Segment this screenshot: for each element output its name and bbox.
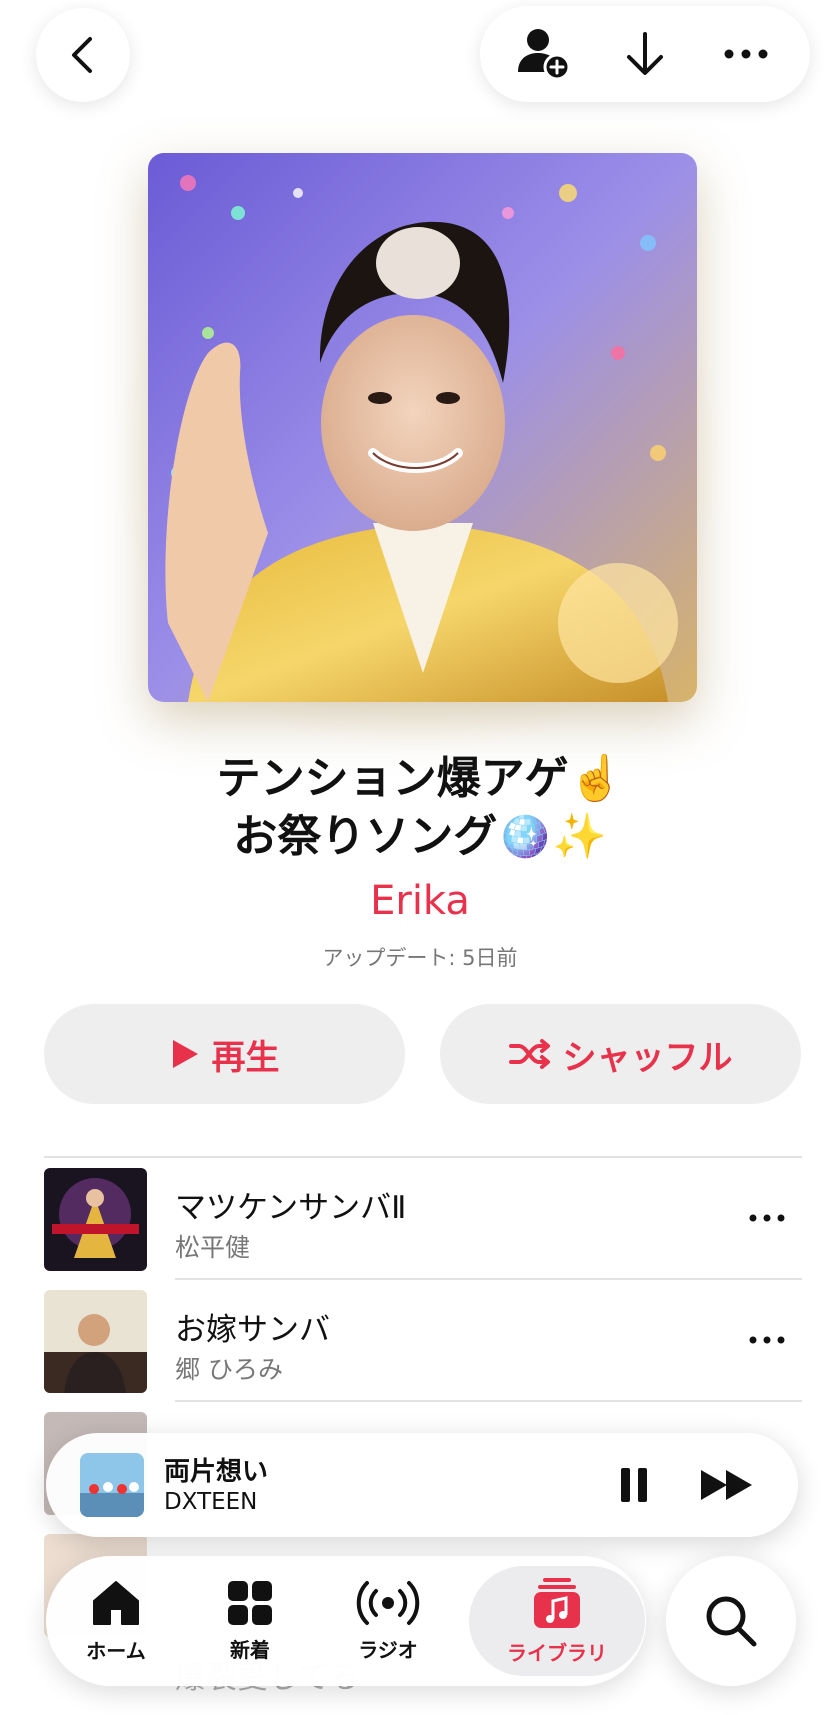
person-add-icon: [518, 29, 571, 81]
grid-icon: [228, 1580, 272, 1625]
play-icon: [172, 1040, 198, 1068]
library-icon: [534, 1577, 580, 1628]
add-collaborator-button[interactable]: [506, 16, 582, 92]
shuffle-button[interactable]: シャッフル: [440, 1004, 801, 1104]
curator-link[interactable]: Erika: [0, 878, 840, 924]
pause-button[interactable]: [606, 1457, 662, 1513]
action-pill: [480, 6, 810, 102]
tab-new-label: 新着: [230, 1637, 270, 1662]
tab-library-label: ライブラリ: [507, 1640, 607, 1665]
track-artist: 松平健: [175, 1233, 251, 1262]
track-title: マツケンサンバⅡ: [175, 1190, 407, 1226]
more-icon: [724, 49, 768, 59]
updated-label: アップデート: 5日前: [322, 946, 518, 970]
download-button[interactable]: [607, 16, 683, 92]
tab-bar: ホーム 新着 ラジオ ライブラリ: [46, 1556, 646, 1686]
track-row[interactable]: マツケンサンバⅡ 松平健: [44, 1158, 802, 1280]
playlist-title-line2: お祭りソング🪩✨: [233, 811, 607, 862]
chevron-left-icon: [72, 37, 92, 73]
track-title: お嫁サンバ: [175, 1312, 330, 1348]
playlist-title-line1: テンション爆アゲ☝️: [216, 753, 624, 804]
radio-icon: [356, 1580, 420, 1625]
tab-home[interactable]: ホーム: [46, 1566, 186, 1676]
track-artist: 郷 ひろみ: [175, 1355, 283, 1384]
more-icon: [749, 1336, 785, 1344]
tab-radio[interactable]: ラジオ: [318, 1566, 458, 1676]
track-artwork: [44, 1168, 147, 1271]
now-playing-title: 両片想い: [164, 1457, 269, 1487]
shuffle-label: シャッフル: [562, 1037, 733, 1078]
tab-radio-label: ラジオ: [358, 1637, 418, 1662]
now-playing-artist: DXTEEN: [164, 1489, 258, 1515]
tab-library[interactable]: ライブラリ: [469, 1566, 645, 1676]
play-button[interactable]: 再生: [44, 1004, 405, 1104]
tab-home-label: ホーム: [86, 1638, 146, 1663]
track-artwork: [44, 1290, 147, 1393]
pause-icon: [621, 1468, 647, 1502]
playlist-title: テンション爆アゲ☝️ お祭りソング🪩✨: [0, 750, 840, 866]
search-button[interactable]: [666, 1556, 796, 1686]
download-arrow-icon: [626, 32, 663, 75]
playlist-artwork: [148, 153, 697, 702]
track-row[interactable]: お嫁サンバ 郷 ひろみ: [44, 1280, 802, 1402]
shuffle-icon: [508, 1039, 550, 1069]
top-bar: [0, 0, 840, 120]
track-more-button[interactable]: [742, 1320, 792, 1360]
play-label: 再生: [211, 1037, 280, 1078]
more-button[interactable]: [708, 16, 784, 92]
now-playing-artwork: [80, 1453, 144, 1517]
track-more-button[interactable]: [742, 1198, 792, 1238]
next-button[interactable]: [692, 1457, 762, 1513]
mini-player[interactable]: 両片想い DXTEEN: [46, 1433, 798, 1537]
home-icon: [93, 1580, 139, 1625]
back-button[interactable]: [36, 8, 130, 102]
forward-icon: [701, 1470, 752, 1500]
search-icon: [706, 1596, 757, 1647]
more-icon: [749, 1214, 785, 1222]
tab-new[interactable]: 新着: [180, 1566, 320, 1676]
